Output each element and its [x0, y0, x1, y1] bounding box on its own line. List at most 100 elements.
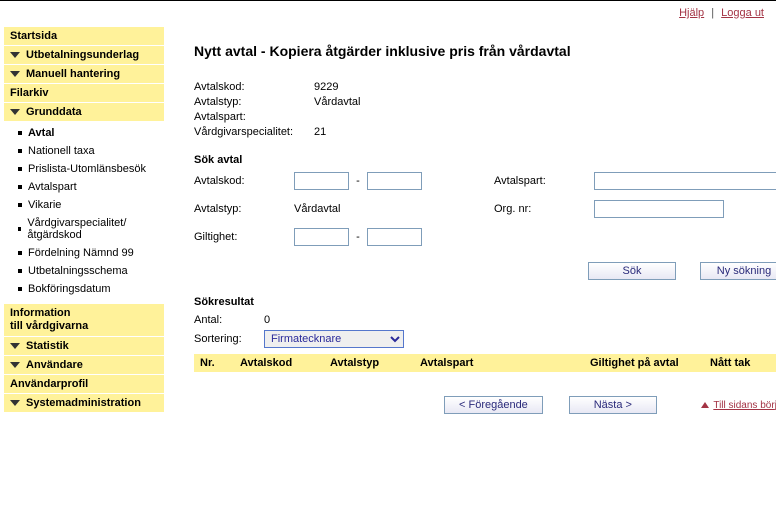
bullet-icon	[18, 227, 21, 231]
search-label-avtalspart: Avtalspart:	[494, 175, 584, 187]
col-avtalspart: Avtalspart	[420, 357, 590, 369]
sidebar-item-label: Avtal	[28, 127, 55, 139]
sidebar-item-avtal[interactable]: Avtal	[4, 124, 164, 142]
nav-anvandare[interactable]: Användare	[4, 356, 164, 375]
nav-filarkiv-label: Filarkiv	[10, 87, 49, 99]
search-input-avtalskod-to[interactable]	[367, 172, 422, 190]
sidebar-item-label: Vårdgivarspecialitet/ åtgärdskod	[27, 217, 158, 241]
search-input-giltighet-to[interactable]	[367, 228, 422, 246]
prev-button[interactable]: < Föregående	[444, 396, 543, 414]
search-button[interactable]: Sök	[588, 262, 676, 280]
nav-anvandare-label: Användare	[26, 359, 83, 371]
sorting-select[interactable]: Firmatecknare	[264, 330, 404, 348]
sidebar-item-prislista[interactable]: Prislista-Utomlänsbesök	[4, 160, 164, 178]
sidebar-item-utbetalningsschema[interactable]: Utbetalningsschema	[4, 262, 164, 280]
search-form: Avtalskod: - Avtalspart: Avtalstyp: Vård…	[194, 172, 776, 246]
label-avtalspart: Avtalspart:	[194, 111, 314, 123]
chevron-down-icon	[10, 362, 20, 368]
separator: |	[707, 7, 718, 19]
nav-anvandarprofil[interactable]: Användarprofil	[4, 375, 164, 394]
nav-utbetalningsunderlag[interactable]: Utbetalningsunderlag	[4, 46, 164, 65]
col-natt-tak: Nått tak	[710, 357, 776, 369]
nav-manuell-hantering[interactable]: Manuell hantering	[4, 65, 164, 84]
result-table-header: Nr. Avtalskod Avtalstyp Avtalspart Gilti…	[194, 354, 776, 372]
nav-information-label: Information till vårdgivarna	[10, 307, 88, 332]
sidebar-item-label: Vikarie	[28, 199, 61, 211]
nav-manuell-hantering-label: Manuell hantering	[26, 68, 120, 80]
result-heading: Sökresultat	[194, 296, 776, 308]
label-sortering: Sortering:	[194, 333, 264, 345]
nav-grunddata[interactable]: Grunddata	[4, 103, 164, 122]
bullet-icon	[18, 167, 22, 171]
label-avtalskod: Avtalskod:	[194, 81, 314, 93]
search-label-orgnr: Org. nr:	[494, 203, 584, 215]
sidebar-item-label: Utbetalningsschema	[28, 265, 128, 277]
search-input-orgnr[interactable]	[594, 200, 724, 218]
value-avtalstyp: Vårdavtal	[314, 96, 360, 108]
dash-separator: -	[352, 175, 364, 187]
col-avtalstyp: Avtalstyp	[330, 357, 420, 369]
search-input-avtalskod-from[interactable]	[294, 172, 349, 190]
value-antal: 0	[264, 314, 270, 326]
bullet-icon	[18, 185, 22, 189]
sidebar-item-avtalspart[interactable]: Avtalspart	[4, 178, 164, 196]
sidebar: Startsida Utbetalningsunderlag Manuell h…	[0, 23, 170, 424]
nav-information[interactable]: Information till vårdgivarna	[4, 304, 164, 337]
search-label-avtalskod: Avtalskod:	[194, 175, 284, 187]
chevron-down-icon	[10, 343, 20, 349]
bullet-icon	[18, 251, 22, 255]
sidebar-item-vardgivarspecialitet[interactable]: Vårdgivarspecialitet/ åtgärdskod	[4, 214, 164, 244]
label-vardgivarspecialitet: Vårdgivarspecialitet:	[194, 126, 314, 138]
page-title: Nytt avtal - Kopiera åtgärder inklusive …	[194, 43, 776, 59]
bullet-icon	[18, 203, 22, 207]
col-avtalskod: Avtalskod	[240, 357, 330, 369]
sidebar-item-label: Bokföringsdatum	[28, 283, 111, 295]
col-giltighet: Giltighet på avtal	[590, 357, 710, 369]
search-input-avtalspart[interactable]	[594, 172, 776, 190]
sidebar-item-label: Fördelning Nämnd 99	[28, 247, 134, 259]
back-to-top-link[interactable]: Till sidans början	[713, 400, 776, 411]
bullet-icon	[18, 149, 22, 153]
chevron-down-icon	[10, 109, 20, 115]
sidebar-item-vikarie[interactable]: Vikarie	[4, 196, 164, 214]
nav-filarkiv[interactable]: Filarkiv	[4, 84, 164, 103]
search-value-avtalstyp: Vårdavtal	[294, 203, 484, 215]
bullet-icon	[18, 269, 22, 273]
logout-link[interactable]: Logga ut	[721, 7, 764, 19]
nav-statistik[interactable]: Statistik	[4, 337, 164, 356]
nav-grunddata-label: Grunddata	[26, 106, 82, 118]
next-button[interactable]: Nästa >	[569, 396, 657, 414]
nav-anvandarprofil-label: Användarprofil	[10, 378, 88, 390]
label-antal: Antal:	[194, 314, 264, 326]
nav-startsida-label: Startsida	[10, 30, 57, 42]
nav-startsida[interactable]: Startsida	[4, 27, 164, 46]
chevron-down-icon	[10, 52, 20, 58]
label-avtalstyp: Avtalstyp:	[194, 96, 314, 108]
sidebar-item-label: Avtalspart	[28, 181, 77, 193]
bullet-icon	[18, 131, 22, 135]
chevron-down-icon	[10, 400, 20, 406]
top-link-bar: Hjälp | Logga ut	[0, 1, 776, 23]
help-link[interactable]: Hjälp	[679, 7, 704, 19]
nav-systemadministration-label: Systemadministration	[26, 397, 141, 409]
nav-statistik-label: Statistik	[26, 340, 69, 352]
nav-utbetalningsunderlag-label: Utbetalningsunderlag	[26, 49, 139, 61]
sidebar-item-fordelning[interactable]: Fördelning Nämnd 99	[4, 244, 164, 262]
search-label-giltighet: Giltighet:	[194, 231, 284, 243]
arrow-up-icon	[701, 402, 709, 408]
sidebar-item-bokforingsdatum[interactable]: Bokföringsdatum	[4, 280, 164, 298]
search-heading: Sök avtal	[194, 154, 776, 166]
search-label-avtalstyp: Avtalstyp:	[194, 203, 284, 215]
value-vardgivarspecialitet: 21	[314, 126, 326, 138]
search-input-giltighet-from[interactable]	[294, 228, 349, 246]
sidebar-item-nationell-taxa[interactable]: Nationell taxa	[4, 142, 164, 160]
sidebar-item-label: Prislista-Utomlänsbesök	[28, 163, 146, 175]
reset-search-button[interactable]: Ny sökning	[700, 262, 776, 280]
chevron-down-icon	[10, 71, 20, 77]
nav-systemadministration[interactable]: Systemadministration	[4, 394, 164, 413]
grunddata-sublist: Avtal Nationell taxa Prislista-Utomlänsb…	[4, 122, 164, 304]
sidebar-item-label: Nationell taxa	[28, 145, 95, 157]
dash-separator: -	[352, 231, 364, 243]
col-nr: Nr.	[200, 357, 240, 369]
value-avtalskod: 9229	[314, 81, 338, 93]
